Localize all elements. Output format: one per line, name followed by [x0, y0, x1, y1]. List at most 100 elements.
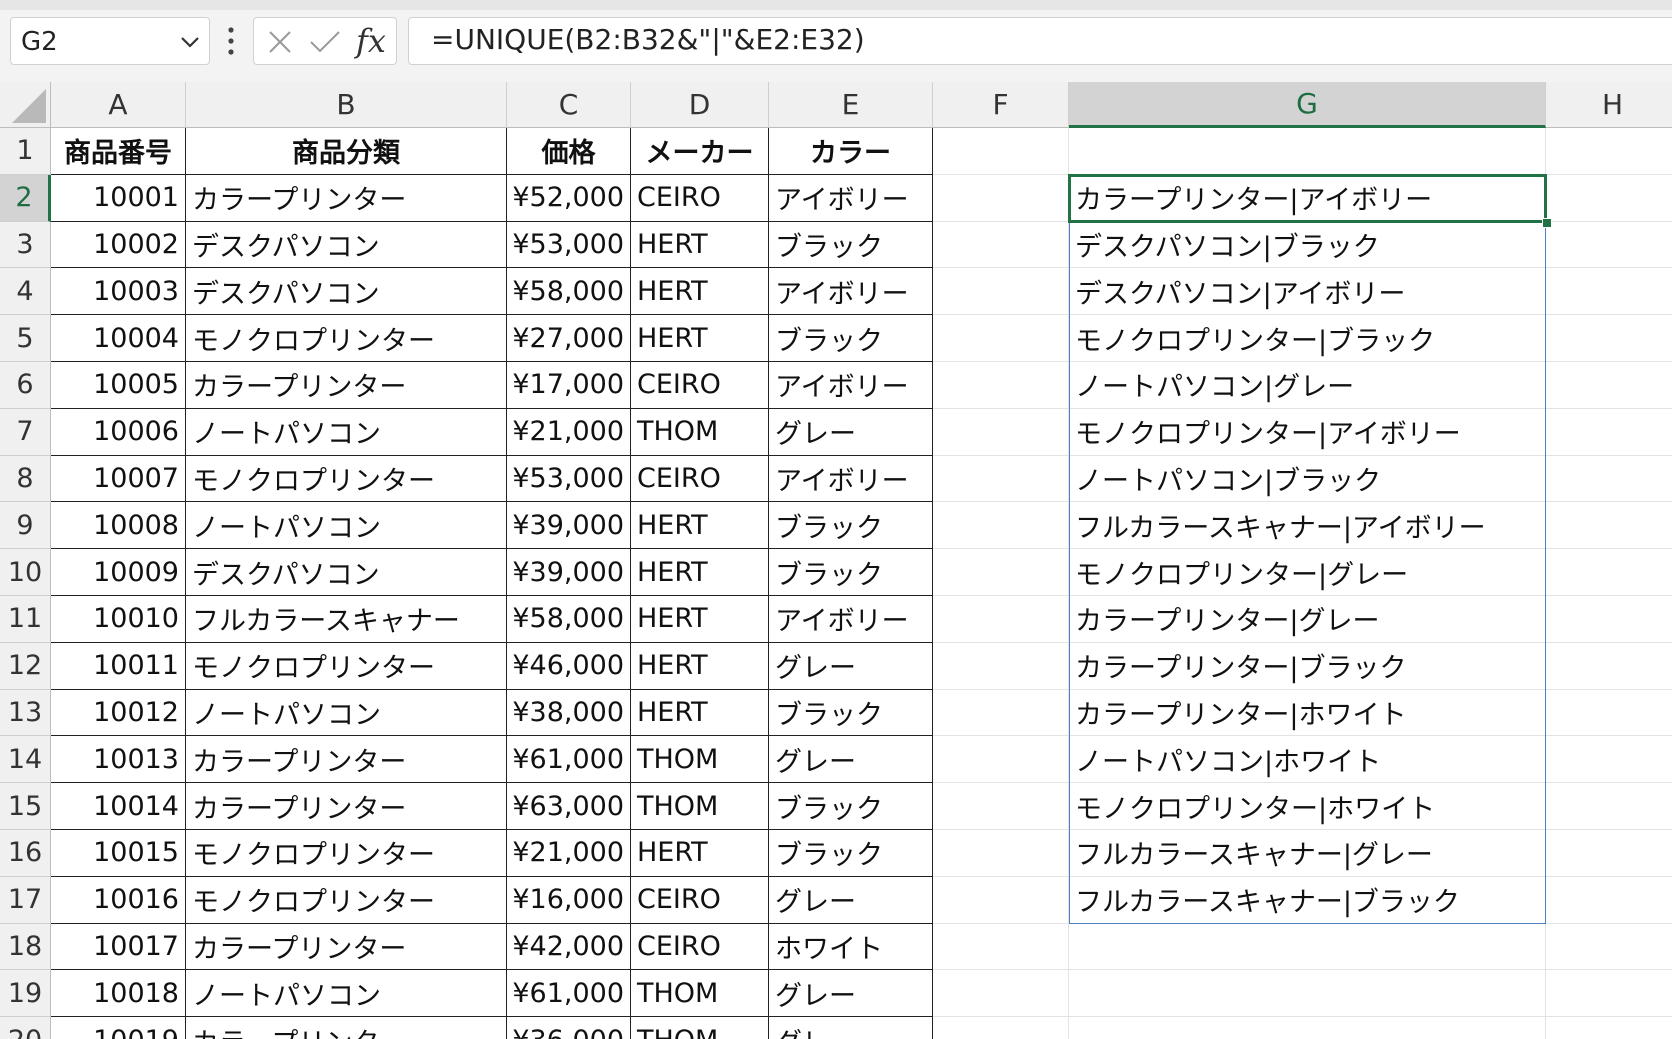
row-header-11[interactable]: 11 [0, 596, 51, 643]
cell-c10[interactable]: ¥39,000 [507, 549, 631, 596]
cancel-icon[interactable] [266, 28, 294, 56]
row-header-20[interactable]: 20 [0, 1017, 51, 1039]
row-header-18[interactable]: 18 [0, 923, 51, 971]
cell-c1[interactable]: 価格 [507, 128, 631, 175]
row-header-17[interactable]: 17 [0, 876, 51, 924]
cell-b11[interactable]: フルカラースキャナー [186, 596, 507, 643]
row-header-7[interactable]: 7 [0, 408, 51, 456]
row-header-19[interactable]: 19 [0, 970, 51, 1018]
cell-g9[interactable]: フルカラースキャナー|アイボリー [1069, 502, 1546, 550]
more-options-icon[interactable] [226, 24, 236, 58]
row-header-6[interactable]: 6 [0, 362, 51, 409]
cell-f6[interactable] [933, 362, 1069, 409]
cell-d6[interactable]: CEIRO [631, 362, 769, 409]
cell-f14[interactable] [933, 736, 1069, 784]
cell-g6[interactable]: ノートパソコン|グレー [1069, 362, 1546, 409]
cell-g15[interactable]: モノクロプリンター|ホワイト [1069, 783, 1546, 830]
cell-h10[interactable] [1546, 549, 1672, 596]
row-header-12[interactable]: 12 [0, 642, 51, 690]
cell-g4[interactable]: デスクパソコン|アイボリー [1069, 268, 1546, 316]
cell-e5[interactable]: ブラック [769, 315, 933, 362]
cell-h15[interactable] [1546, 783, 1672, 830]
cell-c18[interactable]: ¥42,000 [507, 923, 631, 971]
cell-e15[interactable]: ブラック [769, 783, 933, 830]
cell-h1[interactable] [1546, 128, 1672, 175]
cell-g17[interactable]: フルカラースキャナー|ブラック [1069, 876, 1546, 924]
cell-b20[interactable]: カラープリンター [186, 1017, 507, 1039]
row-header-8[interactable]: 8 [0, 455, 51, 503]
cell-h9[interactable] [1546, 502, 1672, 550]
cell-a10[interactable]: 10009 [51, 549, 186, 596]
cell-c11[interactable]: ¥58,000 [507, 596, 631, 643]
cell-a15[interactable]: 10014 [51, 783, 186, 830]
cell-d4[interactable]: HERT [631, 268, 769, 316]
cell-b10[interactable]: デスクパソコン [186, 549, 507, 596]
cell-c9[interactable]: ¥39,000 [507, 502, 631, 550]
cell-c15[interactable]: ¥63,000 [507, 783, 631, 830]
cell-h5[interactable] [1546, 315, 1672, 362]
cell-g2[interactable]: カラープリンター|アイボリー [1069, 174, 1546, 222]
cell-d16[interactable]: HERT [631, 830, 769, 877]
cell-g19[interactable] [1069, 970, 1546, 1018]
cell-c19[interactable]: ¥61,000 [507, 970, 631, 1018]
cell-e16[interactable]: ブラック [769, 830, 933, 877]
cell-c20[interactable]: ¥36,000 [507, 1017, 631, 1039]
cell-c12[interactable]: ¥46,000 [507, 642, 631, 690]
cell-g8[interactable]: ノートパソコン|ブラック [1069, 455, 1546, 503]
cell-f18[interactable] [933, 923, 1069, 971]
cell-a2[interactable]: 10001 [51, 174, 186, 222]
cell-h7[interactable] [1546, 409, 1672, 456]
cell-e10[interactable]: ブラック [769, 549, 933, 596]
cell-e9[interactable]: ブラック [769, 502, 933, 550]
cell-e1[interactable]: カラー [769, 128, 933, 175]
cell-e7[interactable]: グレー [769, 408, 933, 456]
cell-b13[interactable]: ノートパソコン [186, 689, 507, 737]
cell-e12[interactable]: グレー [769, 642, 933, 690]
cell-d20[interactable]: THOM [631, 1017, 769, 1039]
cell-d2[interactable]: CEIRO [631, 174, 769, 222]
cell-e8[interactable]: アイボリー [769, 455, 933, 503]
cell-g5[interactable]: モノクロプリンター|ブラック [1069, 315, 1546, 362]
cell-h14[interactable] [1546, 736, 1672, 784]
cell-f17[interactable] [933, 876, 1069, 924]
cell-g10[interactable]: モノクロプリンター|グレー [1069, 549, 1546, 596]
cell-a9[interactable]: 10008 [51, 502, 186, 550]
cell-f3[interactable] [933, 221, 1069, 269]
cell-c2[interactable]: ¥52,000 [507, 174, 631, 222]
cell-d1[interactable]: メーカー [631, 128, 769, 175]
cell-a20[interactable]: 10019 [51, 1017, 186, 1039]
cell-f13[interactable] [933, 689, 1069, 737]
cell-b8[interactable]: モノクロプリンター [186, 455, 507, 503]
cell-a6[interactable]: 10005 [51, 362, 186, 409]
cell-a14[interactable]: 10013 [51, 736, 186, 784]
cell-b15[interactable]: カラープリンター [186, 783, 507, 830]
cell-c14[interactable]: ¥61,000 [507, 736, 631, 784]
cell-h13[interactable] [1546, 690, 1672, 737]
cell-e11[interactable]: アイボリー [769, 596, 933, 643]
cell-b12[interactable]: モノクロプリンター [186, 642, 507, 690]
cell-h11[interactable] [1546, 596, 1672, 643]
cell-e6[interactable]: アイボリー [769, 362, 933, 409]
row-header-1[interactable]: 1 [0, 128, 51, 175]
cell-d17[interactable]: CEIRO [631, 876, 769, 924]
formula-input[interactable]: =UNIQUE(B2:B32&"|"&E2:E32) [408, 17, 1672, 65]
cell-a19[interactable]: 10018 [51, 970, 186, 1018]
cell-g16[interactable]: フルカラースキャナー|グレー [1069, 830, 1546, 877]
name-box[interactable]: G2 [10, 17, 210, 65]
cell-b7[interactable]: ノートパソコン [186, 408, 507, 456]
cell-f4[interactable] [933, 268, 1069, 316]
cell-b4[interactable]: デスクパソコン [186, 268, 507, 316]
cell-g14[interactable]: ノートパソコン|ホワイト [1069, 736, 1546, 784]
row-header-13[interactable]: 13 [0, 689, 51, 737]
cell-f1[interactable] [933, 128, 1069, 175]
cell-e3[interactable]: ブラック [769, 221, 933, 269]
row-header-4[interactable]: 4 [0, 268, 51, 316]
cell-f12[interactable] [933, 642, 1069, 690]
row-header-5[interactable]: 5 [0, 315, 51, 362]
cell-g20[interactable] [1069, 1017, 1546, 1039]
cell-e19[interactable]: グレー [769, 970, 933, 1018]
cell-b18[interactable]: カラープリンター [186, 923, 507, 971]
cell-d11[interactable]: HERT [631, 596, 769, 643]
cell-b6[interactable]: カラープリンター [186, 362, 507, 409]
cell-d12[interactable]: HERT [631, 642, 769, 690]
